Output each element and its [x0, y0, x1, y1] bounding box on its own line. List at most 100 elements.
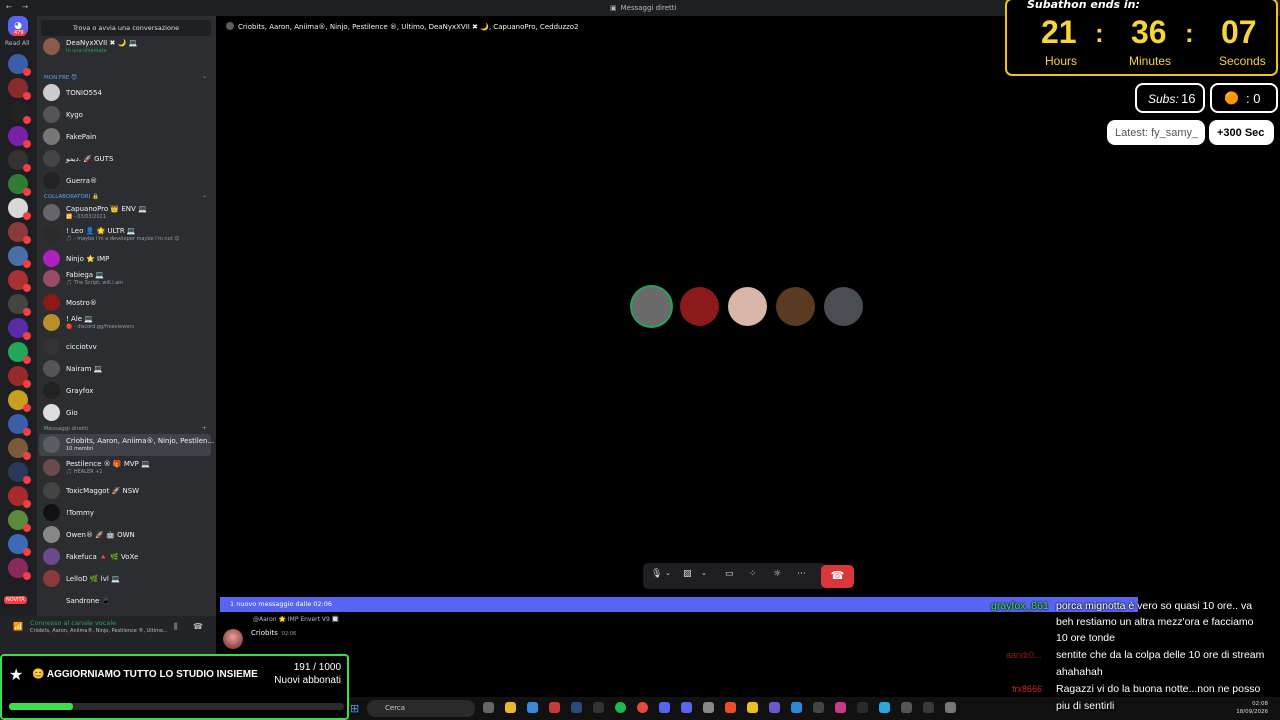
chrome-icon[interactable]	[637, 702, 648, 713]
steam-icon[interactable]	[571, 702, 582, 713]
participant-avatar[interactable]	[824, 287, 863, 326]
participant-avatar[interactable]	[632, 287, 671, 326]
section-header[interactable]: MON FRE 😈	[44, 75, 77, 81]
app-icon[interactable]	[835, 702, 846, 713]
dm-item[interactable]: Ninjo ⭐ IMP	[39, 248, 211, 270]
settings-icon[interactable]	[703, 702, 714, 713]
message-author[interactable]: Criobits 02:06	[251, 629, 296, 637]
server-icon[interactable]	[8, 198, 31, 220]
spotify-icon[interactable]	[615, 702, 626, 713]
server-icon[interactable]	[8, 390, 31, 412]
app-icon[interactable]	[923, 702, 934, 713]
server-icon[interactable]	[8, 342, 31, 364]
dm-item[interactable]: Sandrone 📱	[39, 590, 211, 612]
dm-item[interactable]: !Tommy	[39, 502, 211, 524]
find-conversation-input[interactable]: Trova o avvia una conversazione	[41, 20, 211, 36]
server-icon[interactable]	[8, 462, 31, 484]
more-icon[interactable]: ⋯	[797, 569, 806, 579]
app-icon[interactable]	[549, 702, 560, 713]
server-icon[interactable]	[8, 174, 31, 196]
dm-item[interactable]: ToxicMaggot 🚀 NSW	[39, 480, 211, 502]
server-icon[interactable]	[8, 438, 31, 460]
server-icon[interactable]	[8, 54, 31, 76]
participant-avatar[interactable]	[680, 287, 719, 326]
store-icon[interactable]	[527, 702, 538, 713]
system-clock[interactable]: 02:08 18/09/2026	[1236, 700, 1268, 716]
signal-icon[interactable]: 📶	[13, 622, 23, 631]
dm-item[interactable]: Grayfox	[39, 380, 211, 402]
brave-icon[interactable]	[725, 702, 736, 713]
microphone-icon[interactable]: 🎙	[651, 569, 662, 579]
nav-arrows[interactable]: ← →	[6, 3, 32, 11]
dm-item[interactable]: CapuanoPro 👑 ENV 💻 🔁 - 03/03/2021	[39, 202, 211, 224]
server-icon[interactable]	[8, 246, 31, 268]
dm-item[interactable]: Kygo	[39, 104, 211, 126]
server-icon[interactable]	[8, 414, 31, 436]
dm-item[interactable]: Fabiega 💻 🎵 The Script, will.i.am	[39, 268, 211, 290]
server-icon[interactable]	[8, 294, 31, 316]
server-icon[interactable]	[8, 270, 31, 292]
server-icon[interactable]	[8, 150, 31, 172]
app-icon[interactable]	[769, 702, 780, 713]
app-icon[interactable]	[747, 702, 758, 713]
server-icon[interactable]	[8, 102, 31, 124]
dm-item-selected[interactable]: Criobits, Aaron, Aniima®, Ninjo, Pestile…	[39, 434, 214, 456]
windows-start-icon[interactable]: ⊞	[350, 702, 359, 715]
server-icon[interactable]	[8, 558, 31, 580]
discord-icon[interactable]	[681, 702, 692, 713]
server-icon[interactable]	[8, 78, 31, 100]
chevron-down-icon[interactable]: ⌄	[202, 192, 207, 199]
dm-item[interactable]: Pestilence ® 🎁 MVP 💻 🎵 HEALER +1	[39, 457, 211, 479]
dm-item[interactable]: ! Ale 💻 🔴 - discord.gg/freeviewers	[39, 312, 211, 334]
dm-item[interactable]: TONIO554	[39, 82, 211, 104]
dm-item[interactable]: LelloD 🌿 lvl 💻	[39, 568, 211, 590]
app-icon[interactable]	[945, 702, 956, 713]
app-icon[interactable]	[593, 702, 604, 713]
server-icon[interactable]	[8, 126, 31, 148]
dm-item[interactable]: Guerra®	[39, 170, 211, 192]
participant-avatar[interactable]	[776, 287, 815, 326]
task-view-icon[interactable]	[483, 702, 494, 713]
dm-item[interactable]: cicciotvv	[39, 336, 211, 358]
file-explorer-icon[interactable]	[505, 702, 516, 713]
app-icon[interactable]	[901, 702, 912, 713]
dm-item[interactable]: Fakefuca 🔺 🌿 VoXe	[39, 546, 211, 568]
taskbar-search[interactable]: Cerca	[367, 700, 475, 717]
dm-item[interactable]: Owen® 🚀 🤖 OWN	[39, 524, 211, 546]
discord-icon[interactable]	[659, 702, 670, 713]
reply-preview[interactable]: @Aaron 🌟 IMP Envert V9 🔲	[253, 616, 339, 623]
read-all-button[interactable]: Read All	[5, 40, 29, 47]
screen-share-icon[interactable]: ▭	[725, 569, 734, 579]
vscode-icon[interactable]	[791, 702, 802, 713]
section-header[interactable]: COLLABORATORI 🔒	[44, 194, 99, 200]
server-icon[interactable]	[8, 486, 31, 508]
dm-item[interactable]: Mostro®	[39, 292, 211, 314]
chevron-down-icon[interactable]: ⌄	[202, 73, 207, 80]
activities-icon[interactable]: ⁘	[749, 569, 757, 579]
chevron-down-icon[interactable]: ⌄	[665, 569, 671, 577]
add-dm-icon[interactable]: +	[202, 425, 207, 432]
disconnect-icon[interactable]: ☎	[193, 622, 203, 631]
novita-badge[interactable]: NOVITÀ	[4, 596, 27, 604]
dm-item[interactable]: FakePain	[39, 126, 211, 148]
server-icon[interactable]	[8, 318, 31, 340]
app-icon[interactable]	[813, 702, 824, 713]
chevron-down-icon[interactable]: ⌄	[701, 569, 707, 577]
server-icon[interactable]	[8, 510, 31, 532]
telegram-icon[interactable]	[879, 702, 890, 713]
server-icon[interactable]	[8, 222, 31, 244]
avatar[interactable]	[223, 629, 243, 649]
server-icon[interactable]	[8, 366, 31, 388]
dm-item[interactable]: ! Leo 👤 🌟 ULTR 💻 🎵 - maybe i'm a develope…	[39, 224, 211, 246]
dm-item[interactable]: Nairam 💻	[39, 358, 211, 380]
server-icon[interactable]	[8, 534, 31, 556]
dm-item[interactable]: ديمو. 🚀 GUTS	[39, 148, 211, 170]
soundboard-icon[interactable]: ☼	[773, 569, 781, 579]
noise-suppression-icon[interactable]: ⫼	[174, 622, 178, 632]
dm-item[interactable]: Gio	[39, 402, 211, 424]
participant-avatar[interactable]	[728, 287, 767, 326]
hang-up-button[interactable]: ☎	[821, 565, 854, 588]
camera-off-icon[interactable]: ▨	[683, 569, 692, 579]
dm-item[interactable]: DeaNyxXVII ✖ 🌙 💻 In una chiamata	[39, 36, 211, 58]
app-icon[interactable]	[857, 702, 868, 713]
